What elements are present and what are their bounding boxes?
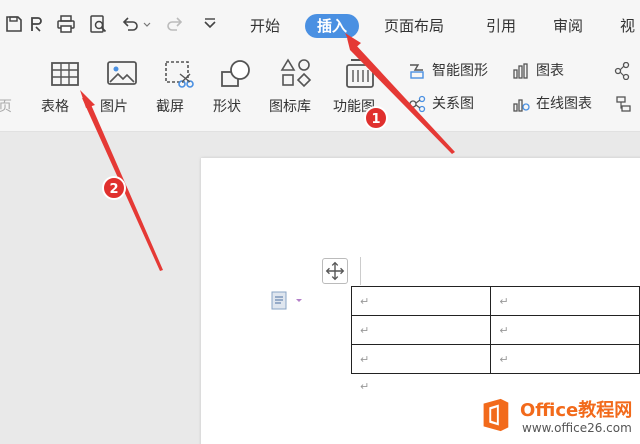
- callout-badge-2: 2: [102, 176, 126, 200]
- callout-badge-1: 1: [364, 106, 388, 130]
- arrow-to-insert-tab: [345, 33, 455, 154]
- annotation-arrows: [80, 33, 455, 271]
